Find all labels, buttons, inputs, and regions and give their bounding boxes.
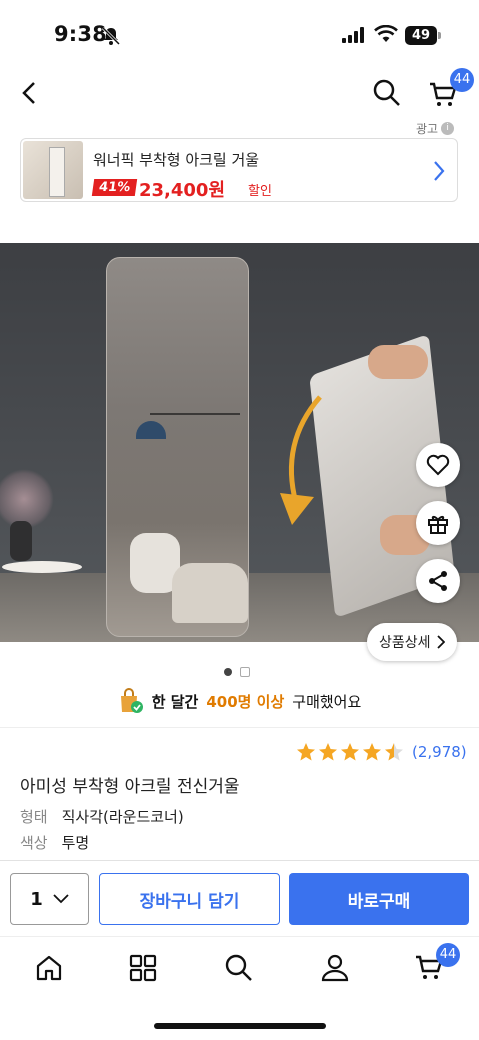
star-full-icon — [341, 743, 359, 761]
image-plant — [0, 469, 54, 529]
category-grid-icon[interactable] — [128, 953, 158, 983]
image-vase — [10, 521, 32, 561]
tab-cart[interactable]: 44 — [414, 943, 460, 983]
quantity-select[interactable]: 1 — [10, 873, 89, 925]
star-full-icon — [297, 743, 315, 761]
heart-icon — [426, 454, 450, 476]
ad-price: 23,400원 — [139, 180, 226, 201]
purchase-bar: 1 장바구니 담기 바로구매 — [0, 860, 479, 936]
product-name: 아미성 부착형 아크릴 전신거울 — [20, 777, 240, 797]
shopping-bag-check-icon — [120, 688, 143, 713]
image-hand-top — [368, 345, 428, 379]
search-icon[interactable] — [224, 953, 254, 983]
gift-button[interactable] — [416, 501, 460, 545]
cart-count-badge: 44 — [436, 943, 460, 967]
option-row: 형태 직사각(라운드코너) — [20, 806, 184, 827]
image-chair — [172, 563, 248, 623]
share-icon — [429, 571, 447, 591]
wifi-icon — [374, 25, 398, 42]
option-key: 색상 — [20, 834, 48, 852]
chevron-right-icon — [436, 635, 445, 649]
search-icon[interactable] — [372, 78, 402, 108]
option-value: 투명 — [61, 834, 90, 852]
option-row: 색상 투명 — [20, 832, 89, 853]
buy-now-button[interactable]: 바로구매 — [289, 873, 469, 925]
ad-thumbnail — [23, 141, 83, 199]
back-button[interactable] — [18, 78, 42, 108]
user-icon[interactable] — [320, 953, 350, 983]
like-button[interactable] — [416, 443, 460, 487]
curved-arrow-icon — [280, 395, 322, 525]
cart-count-badge: 44 — [450, 68, 474, 92]
quantity-value: 1 — [30, 888, 43, 910]
cellular-signal-icon — [342, 27, 364, 43]
chevron-down-icon — [53, 894, 69, 904]
image-lamp-arm — [150, 413, 240, 415]
pagination-page-icon[interactable] — [240, 667, 250, 677]
ad-sale-label: 할인 — [248, 184, 272, 199]
ad-discount-badge: 41% — [91, 179, 138, 196]
cart-button[interactable]: 44 — [428, 68, 474, 110]
ad-banner[interactable]: 워너픽 부착형 아크릴 거울 41% 23,400원 할인 — [20, 138, 458, 202]
share-button[interactable] — [416, 559, 460, 603]
popularity-banner: 한 달간 400명 이상 구매했어요 — [0, 688, 479, 714]
battery-indicator: 49 — [405, 26, 437, 45]
popularity-prefix: 한 달간 — [151, 692, 199, 711]
star-full-icon — [363, 743, 381, 761]
ad-label-text: 광고 — [416, 122, 439, 136]
option-key: 형태 — [20, 808, 48, 826]
option-value: 직사각(라운드코너) — [61, 808, 184, 826]
chevron-right-icon — [434, 161, 445, 181]
bottom-tab-bar: 44 — [0, 936, 479, 1000]
gallery-pagination — [224, 667, 250, 677]
status-time: 9:38 — [54, 22, 108, 46]
ad-title: 워너픽 부착형 아크릴 거울 — [93, 151, 260, 169]
product-detail-label: 상품상세 — [379, 635, 431, 651]
popularity-highlight: 400명 이상 — [206, 692, 285, 711]
home-icon[interactable] — [34, 953, 64, 983]
home-indicator — [154, 1023, 326, 1029]
popularity-suffix: 구매했어요 — [292, 692, 362, 711]
add-to-cart-button[interactable]: 장바구니 담기 — [99, 873, 280, 925]
ad-label: 광고 i — [416, 120, 455, 137]
info-icon[interactable]: i — [441, 122, 455, 135]
pagination-dot-active[interactable] — [224, 668, 232, 676]
section-divider — [0, 727, 479, 728]
status-bar: 9:38 49 — [0, 0, 479, 70]
gift-icon — [428, 516, 448, 534]
product-image[interactable] — [0, 243, 479, 642]
product-detail-button[interactable]: 상품상세 — [367, 623, 457, 661]
star-full-icon — [319, 743, 337, 761]
battery-tip — [438, 32, 441, 39]
bell-slash-icon — [101, 26, 121, 46]
image-table — [2, 561, 82, 573]
star-half-icon — [385, 743, 403, 761]
rating[interactable]: (2,978) — [296, 742, 467, 762]
review-count[interactable]: (2,978) — [412, 743, 467, 761]
